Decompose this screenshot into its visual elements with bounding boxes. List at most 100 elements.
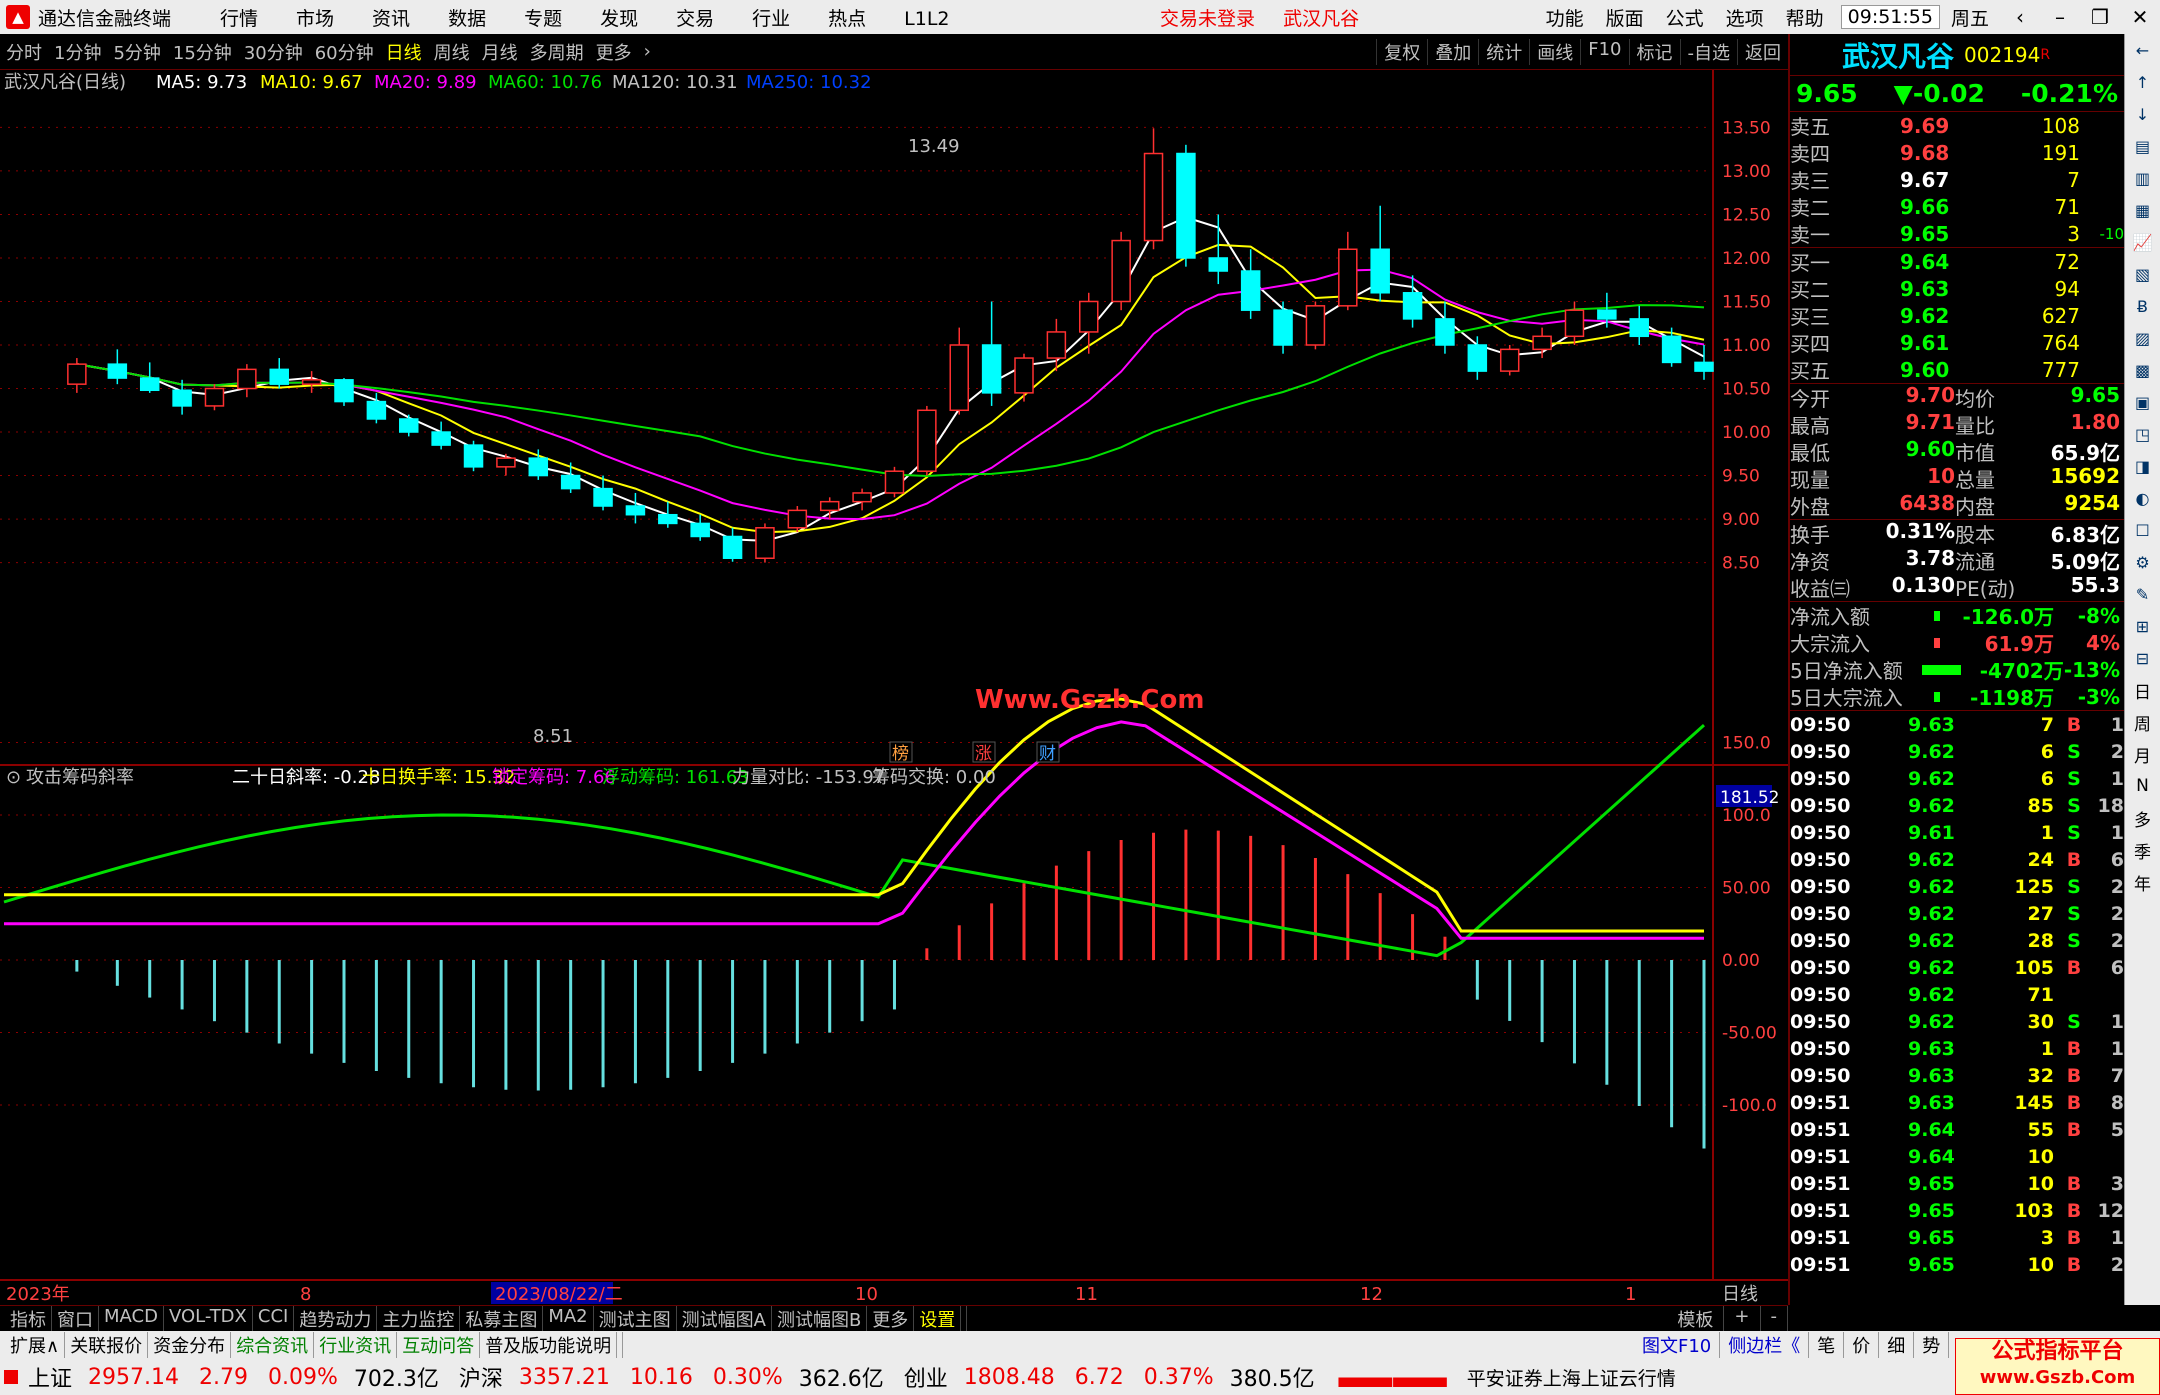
toolbar-button-7[interactable]: 返回	[1737, 38, 1788, 65]
extension-tab-4[interactable]: 行业资讯	[314, 1332, 398, 1358]
side-tool-icon-0[interactable]: ←	[2125, 34, 2160, 66]
side-tool-icon-3[interactable]: ▤	[2125, 130, 2160, 162]
period-tab-9[interactable]: 多周期	[524, 39, 590, 65]
restore-icon[interactable]: ❐	[2080, 5, 2120, 29]
event-mark-2[interactable]: 财	[1039, 744, 1056, 764]
side-tool-icon-8[interactable]: Ƀ	[2125, 290, 2160, 322]
index-1[interactable]: 沪深 3357.21 10.16 0.30% 362.6亿	[453, 1361, 890, 1393]
right-menu-item-0[interactable]: 功能	[1546, 4, 1584, 31]
right-menu-item-2[interactable]: 公式	[1666, 4, 1704, 31]
toolbar-button-5[interactable]: 标记	[1628, 38, 1680, 65]
indicator-tab-13[interactable]: 设置	[914, 1305, 962, 1332]
side-tool-icon-10[interactable]: ▩	[2125, 354, 2160, 386]
toolbar-button-4[interactable]: F10	[1580, 38, 1628, 65]
indicator-tab-right-1[interactable]: +	[1724, 1305, 1761, 1332]
side-tool-icon-5[interactable]: ▦	[2125, 194, 2160, 226]
extension-tab-right-3[interactable]: 价	[1844, 1332, 1880, 1358]
extension-tab-right-4[interactable]: 细	[1879, 1332, 1915, 1358]
side-tool-icon-17[interactable]: ✎	[2125, 578, 2160, 610]
side-tool-period-5[interactable]: 季	[2125, 834, 2160, 866]
back-icon[interactable]: ‹	[2000, 5, 2040, 29]
index-0[interactable]: 上证 2957.14 2.79 0.09% 702.3亿	[0, 1361, 445, 1393]
side-tool-icon-18[interactable]: ⊞	[2125, 610, 2160, 642]
indicator-tab-12[interactable]: 更多	[867, 1305, 915, 1332]
toolbar-button-1[interactable]: 叠加	[1427, 38, 1478, 65]
indicator-tab-0[interactable]: 指标	[5, 1305, 52, 1332]
chart-area[interactable]: 13.50 13.00 12.50 12.00 11.50 11.00 10.50 10.00…	[0, 70, 1788, 1305]
menu-item-7[interactable]: 行业	[752, 8, 790, 30]
period-tab-8[interactable]: 月线	[476, 39, 524, 65]
period-tab-1[interactable]: 1分钟	[48, 39, 107, 65]
extension-tab-6[interactable]: 普及版功能说明	[480, 1332, 618, 1358]
side-tool-icon-2[interactable]: ↓	[2125, 98, 2160, 130]
right-menu-item-4[interactable]: 帮助	[1786, 4, 1824, 31]
menu-item-2[interactable]: 资讯	[372, 8, 410, 30]
menu-item-3[interactable]: 数据	[448, 8, 486, 30]
indicator-tab-3[interactable]: VOL-TDX	[164, 1305, 253, 1332]
indicator-tab-9[interactable]: 测试主图	[594, 1305, 677, 1332]
indicator-tab-10[interactable]: 测试幅图A	[677, 1305, 772, 1332]
extension-tab-3[interactable]: 综合资讯	[231, 1332, 315, 1358]
event-mark-1[interactable]: 涨	[975, 744, 992, 764]
indicator-tab-7[interactable]: 私募主图	[460, 1305, 544, 1332]
side-tool-icon-12[interactable]: ◳	[2125, 418, 2160, 450]
side-tool-period-0[interactable]: 日	[2125, 674, 2160, 706]
indicator-toggle-icon[interactable]: ⊙	[6, 767, 21, 788]
side-tool-period-1[interactable]: 周	[2125, 706, 2160, 738]
side-tool-period-6[interactable]: 年	[2125, 866, 2160, 898]
side-tool-icon-7[interactable]: ▧	[2125, 258, 2160, 290]
menu-item-6[interactable]: 交易	[676, 8, 714, 30]
toolbar-button-3[interactable]: 画线	[1529, 38, 1580, 65]
extension-tab-0[interactable]: 扩展∧	[5, 1332, 66, 1358]
extension-tab-right-0[interactable]: 图文F10	[1634, 1332, 1721, 1358]
period-tab-2[interactable]: 5分钟	[107, 39, 166, 65]
toolbar-button-0[interactable]: 复权	[1376, 38, 1427, 65]
menu-item-5[interactable]: 发现	[600, 8, 638, 30]
toolbar-button-6[interactable]: -自选	[1679, 38, 1738, 65]
period-tab-4[interactable]: 30分钟	[238, 39, 309, 65]
side-tool-period-3[interactable]: N	[2125, 770, 2160, 802]
indicator-tab-4[interactable]: CCI	[253, 1305, 295, 1332]
right-menu-item-3[interactable]: 选项	[1726, 4, 1764, 31]
side-tool-period-2[interactable]: 月	[2125, 738, 2160, 770]
indicator-tab-2[interactable]: MACD	[99, 1305, 164, 1332]
menu-item-1[interactable]: 市场	[296, 8, 334, 30]
indicator-tab-5[interactable]: 趋势动力	[294, 1305, 378, 1332]
menu-item-0[interactable]: 行情	[220, 8, 258, 30]
minimize-icon[interactable]: –	[2040, 5, 2080, 29]
side-tool-period-4[interactable]: 多	[2125, 802, 2160, 834]
period-tab-5[interactable]: 60分钟	[309, 39, 380, 65]
menu-item-9[interactable]: L1L2	[904, 8, 949, 30]
indicator-tab-right-2[interactable]: -	[1761, 1305, 1788, 1332]
side-tool-icon-4[interactable]: ▥	[2125, 162, 2160, 194]
side-tool-icon-6[interactable]: 📈	[2125, 226, 2160, 258]
indicator-tab-6[interactable]: 主力监控	[377, 1305, 461, 1332]
close-icon[interactable]: ✕	[2120, 5, 2160, 29]
event-mark-0[interactable]: 榜	[892, 744, 909, 764]
side-tool-icon-9[interactable]: ▨	[2125, 322, 2160, 354]
period-tab-0[interactable]: 分时	[0, 39, 48, 65]
indicator-tab-1[interactable]: 窗口	[52, 1305, 99, 1332]
extension-tab-right-5[interactable]: 势	[1914, 1332, 1950, 1358]
extension-tab-1[interactable]: 关联报价	[65, 1332, 149, 1358]
indicator-tab-11[interactable]: 测试幅图B	[772, 1305, 868, 1332]
side-tool-icon-16[interactable]: ⚙	[2125, 546, 2160, 578]
period-tab-6[interactable]: 日线	[380, 39, 428, 65]
toolbar-button-2[interactable]: 统计	[1478, 38, 1529, 65]
side-tool-icon-19[interactable]: ⊟	[2125, 642, 2160, 674]
more-chevron-icon[interactable]: ›	[638, 41, 657, 62]
indicator-tab-8[interactable]: MA2	[543, 1305, 594, 1332]
indicator-tab-right-0[interactable]: 模板	[1667, 1305, 1725, 1332]
login-status[interactable]: 交易未登录	[1160, 8, 1255, 30]
side-tool-icon-15[interactable]: ☐	[2125, 514, 2160, 546]
period-tab-3[interactable]: 15分钟	[167, 39, 238, 65]
extension-tab-5[interactable]: 互动问答	[397, 1332, 481, 1358]
right-menu-item-1[interactable]: 版面	[1606, 4, 1644, 31]
extension-tab-2[interactable]: 资金分布	[148, 1332, 232, 1358]
period-tab-7[interactable]: 周线	[428, 39, 476, 65]
menu-item-4[interactable]: 专题	[524, 8, 562, 30]
side-tool-icon-1[interactable]: ↑	[2125, 66, 2160, 98]
side-tool-icon-13[interactable]: ◨	[2125, 450, 2160, 482]
extension-tab-right-2[interactable]: 笔	[1809, 1332, 1845, 1358]
side-tool-icon-14[interactable]: ◐	[2125, 482, 2160, 514]
